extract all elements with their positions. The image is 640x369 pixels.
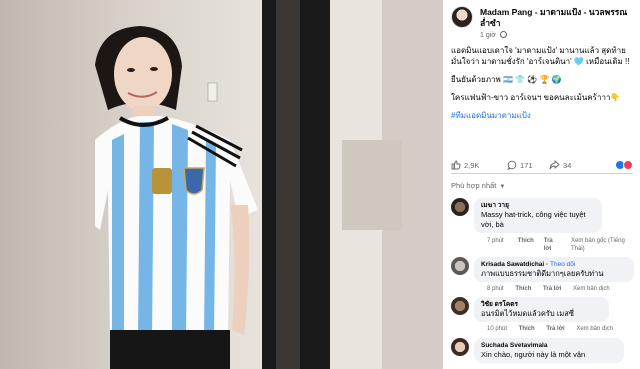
globe-icon xyxy=(499,31,507,38)
see-original-link[interactable]: Xem bản gốc (Tiếng Thái) xyxy=(571,237,637,253)
commenter-name[interactable]: วิชัย ดรโคตร xyxy=(481,300,602,309)
commenter-avatar[interactable] xyxy=(451,297,469,315)
commenter-avatar[interactable] xyxy=(451,198,469,216)
commenter-avatar[interactable] xyxy=(451,257,469,275)
like-count[interactable]: 2,9K xyxy=(451,160,479,170)
caption-line-2: ยืนยันด้วยภาพ 🇦🇷 👕 ⚽ 🏆 🌍 xyxy=(451,75,562,84)
post-time[interactable]: 1 giờ xyxy=(480,31,507,39)
like-label: Thích xyxy=(517,238,534,244)
post-photo[interactable] xyxy=(0,0,443,369)
like-comment-button[interactable]: Thích xyxy=(519,326,535,332)
comment-bubble: Suchada Svetavimala Xin chào, người này … xyxy=(474,338,624,363)
see-translation-link[interactable]: Xem bản dịch xyxy=(576,326,613,332)
reaction-icons[interactable] xyxy=(615,160,633,172)
commenter-avatar[interactable] xyxy=(451,338,469,356)
hashtag-link[interactable]: #ทีมแอดมินมาดามแป้ง xyxy=(451,110,633,121)
filter-label: Phù hợp nhất xyxy=(451,181,497,190)
post-panel: Madam Pang - มาดามแป้ง - นวลพรรณ ล่ำซำ 1… xyxy=(443,0,640,369)
comment-time[interactable]: 8 phút xyxy=(487,286,504,292)
author-name[interactable]: Madam Pang - มาดามแป้ง - นวลพรรณ ล่ำซำ xyxy=(480,7,630,29)
like-comment-button[interactable]: Thích xyxy=(518,237,534,253)
like-comment-button[interactable]: Thích xyxy=(515,286,531,292)
comment-text: ภาพแบบธรรมชาติดีมากๆเลยครับท่าน xyxy=(481,269,604,278)
commenter-name[interactable]: Suchada Svetavimala xyxy=(481,341,617,350)
share-count-text: 34 xyxy=(563,161,572,170)
chevron-down-icon: ▼ xyxy=(499,184,506,190)
reply-comment-button[interactable]: Trả lời xyxy=(546,326,564,332)
comment-time[interactable]: 10 phút xyxy=(487,326,507,332)
like-label: Thích xyxy=(515,286,532,292)
photo-illustration xyxy=(95,0,443,369)
comment-actions: 7 phút Thích Trả lời Xem bản gốc (Tiếng … xyxy=(487,237,637,253)
comment-text: อนรมิตไว้หมดแล้วครับ เมสซี่ xyxy=(481,309,574,318)
comment-item: Suchada Svetavimala Xin chào, người này … xyxy=(451,338,637,369)
follow-button[interactable]: Theo dõi xyxy=(550,261,575,268)
comment-bubble: วิชัย ดรโคตร อนรมิตไว้หมดแล้วครับ เมสซี่ xyxy=(474,297,609,322)
commenter-name[interactable]: Krisada Sawatdichai xyxy=(481,261,544,268)
comment-count-text: 171 xyxy=(520,161,533,170)
comment-count[interactable]: 171 xyxy=(507,160,533,171)
like-count-text: 2,9K xyxy=(464,161,480,170)
caption-line-3: ใครแฟนฟ้า-ขาว อาร์เจนฯ ขอคนละเม้นคร้าาา👇 xyxy=(451,93,621,102)
see-translation-link[interactable]: Xem bản dịch xyxy=(573,286,610,292)
comment-actions: 10 phút Thích Trả lời Xem bản dịch xyxy=(487,325,623,333)
reply-label: Trả lời xyxy=(543,286,562,292)
author-avatar[interactable] xyxy=(451,6,473,28)
love-reaction-icon xyxy=(623,160,633,170)
reactions-bar: 2,9K 171 34 xyxy=(451,158,633,174)
comment-item: วิชัย ดรโคตร อนรมิตไว้หมดแล้วครับ เมสซี่… xyxy=(451,297,637,337)
share-icon xyxy=(549,160,560,170)
post-header: Madam Pang - มาดามแป้ง - นวลพรรณ ล่ำซำ 1… xyxy=(451,6,637,40)
comment-item: เมฆา วายุ Massy hat-trick, công việc tuy… xyxy=(451,198,637,258)
reply-comment-button[interactable]: Trả lời xyxy=(544,237,561,253)
comment-actions: 8 phút Thích Trả lời Xem bản dịch xyxy=(487,285,620,293)
comment-filter-dropdown[interactable]: Phù hợp nhất ▼ xyxy=(451,181,505,190)
like-label: Thích xyxy=(518,326,535,332)
commenter-name[interactable]: เมฆา วายุ xyxy=(481,201,595,210)
reply-comment-button[interactable]: Trả lời xyxy=(543,286,561,292)
reply-label: Trả lời xyxy=(543,238,553,252)
comment-text: Massy hat-trick, công việc tuyệt vời, bà xyxy=(481,210,586,229)
comment-bubble: Krisada Sawatdichai · Theo dõi ภาพแบบธรร… xyxy=(474,257,634,282)
post-caption: แอดมินแอบเดาใจ 'มาดามแป้ง' มานานแล้ว สุด… xyxy=(451,45,633,128)
share-count[interactable]: 34 xyxy=(549,160,571,170)
post-time-text: 1 giờ xyxy=(480,32,496,39)
comment-time[interactable]: 7 phút xyxy=(487,237,508,253)
comment-text: Xin chào, người này là một vận xyxy=(481,350,586,359)
reply-label: Trả lời xyxy=(546,326,565,332)
comment-icon xyxy=(507,160,517,171)
caption-line-1: แอดมินแอบเดาใจ 'มาดามแป้ง' มานานแล้ว สุด… xyxy=(451,46,630,66)
thumbs-up-icon xyxy=(451,160,461,170)
comment-bubble: เมฆา วายุ Massy hat-trick, công việc tuy… xyxy=(474,198,602,233)
commenter-name-row: Krisada Sawatdichai · Theo dõi xyxy=(481,261,576,268)
comment-item: Krisada Sawatdichai · Theo dõi ภาพแบบธรร… xyxy=(451,257,637,297)
